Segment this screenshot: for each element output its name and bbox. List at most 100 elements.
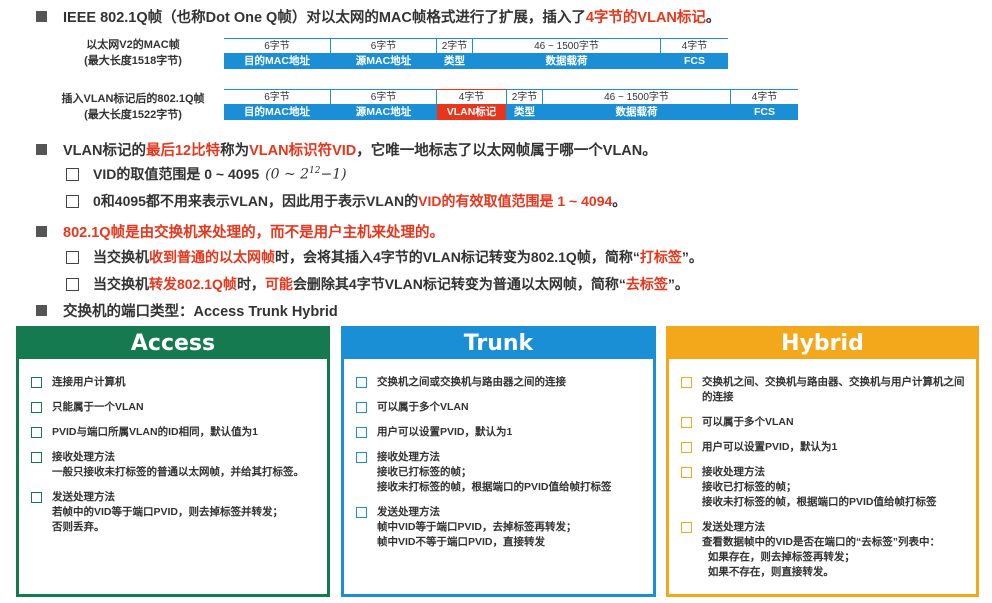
trunk-list-item: 可以属于多个VLAN	[356, 400, 643, 415]
trunk-item-label: 可以属于多个VLAN	[377, 401, 469, 413]
trunk-list: 交换机之间或交换机与路由器之间的连接 可以属于多个VLAN 用户可以设置PVID，默…	[344, 359, 653, 550]
access-list-item: 连接用户计算机	[31, 375, 317, 390]
frame2-cell-dst: 6字节 目的MAC地址	[224, 89, 330, 120]
checkbox-icon	[66, 250, 79, 264]
checkbox-icon	[681, 417, 692, 428]
trunk-panel: Trunk 交换机之间或交换机与路由器之间的连接 可以属于多个VLAN 用户可以设置…	[341, 326, 656, 597]
trunk-item-label: 接收处理方法	[377, 451, 440, 463]
trunk-title: Trunk	[344, 329, 653, 359]
checkbox-icon	[681, 522, 692, 533]
checkbox-icon	[681, 442, 692, 453]
checkbox-icon	[31, 377, 42, 388]
hybrid-title: Hybrid	[669, 329, 976, 359]
trunk-list-item: 交换机之间或交换机与路由器之间的连接	[356, 375, 643, 390]
hybrid-list-item: 发送处理方法查看数据帧中的VID是否在端口的“去标签”列表中： 如果存在，则去掉…	[681, 520, 966, 580]
vid-range-line: VID的取值范围是 0 ~ 4095 (0 ~ 212−1)	[66, 164, 347, 184]
frame2-cell-payload: 46 ~ 1500字节 数据载荷	[542, 89, 730, 120]
hybrid-list-item: 接收处理方法接收已打标签的帧； 接收未打标签的帧，根据端口的PVID值给帧打标签	[681, 465, 966, 510]
checkbox-icon	[31, 402, 42, 413]
hybrid-item-label: 接收处理方法	[702, 466, 765, 478]
frame2-cell-type: 2字节 类型	[506, 89, 542, 120]
trunk-item-desc: 帧中VID等于端口PVID，去掉标签再转发；	[377, 521, 577, 533]
checkbox-icon	[356, 377, 367, 388]
switch-handles-line: 802.1Q帧是由交换机来处理的，而不是用户主机来处理的。	[36, 221, 444, 242]
frame1-label: 以太网V2的MAC帧 (最大长度1518字节)	[84, 39, 182, 67]
access-item-label: PVID与端口所属VLAN的ID相同，默认值为1	[52, 426, 258, 438]
vid-range-text: VID的取值范围是 0 ~ 4095	[93, 166, 260, 182]
vid-range-formula: (0 ~ 212−1)	[265, 165, 347, 183]
hybrid-item-desc: 接收已打标签的帧；	[702, 481, 797, 493]
trunk-item-content: 可以属于多个VLAN	[377, 400, 469, 415]
access-list-item: 发送处理方法 若帧中的VID等于端口PVID，则去掉标签并转发； 否则丢弃。	[31, 490, 317, 535]
access-item-label: 连接用户计算机	[52, 376, 126, 388]
trunk-item-content: 交换机之间或交换机与路由器之间的连接	[377, 375, 566, 390]
port-types-line: 交换机的端口类型：Access Trunk Hybrid	[36, 300, 338, 321]
hybrid-list: 交换机之间、交换机与路由器、交换机与用户计算机之间的连接可以属于多个VLAN 用户…	[669, 359, 976, 580]
frame1-cell-dst: 6字节 目的MAC地址	[224, 38, 330, 69]
checkbox-icon	[681, 467, 692, 478]
checkbox-icon	[356, 507, 367, 518]
trunk-list-item: 接收处理方法接收已打标签的帧； 接收未打标签的帧，根据端口的PVID值给帧打标签	[356, 450, 643, 495]
switch-handles-text: 802.1Q帧是由交换机来处理的，而不是用户主机来处理的。	[63, 225, 445, 241]
access-item-label: 发送处理方法	[52, 491, 115, 503]
frame2-cell-fcs: 4字节 FCS	[730, 89, 798, 120]
tagging-line: 当交换机收到普通的以太网帧时，会将其插入4字节的VLAN标记转变为802.1Q帧…	[66, 247, 703, 267]
checkbox-icon	[356, 452, 367, 463]
checkbox-icon	[31, 427, 42, 438]
frame1-cell-src: 6字节 源MAC地址	[330, 38, 436, 69]
access-item-label: 只能属于一个VLAN	[52, 401, 144, 413]
hybrid-list-item: 可以属于多个VLAN	[681, 415, 966, 430]
access-item-content: 只能属于一个VLAN	[52, 400, 144, 415]
trunk-item-label: 用户可以设置PVID，默认为1	[377, 426, 513, 438]
access-list-item: 接收处理方法一般只接收未打标签的普通以太网帧，并给其打标签。	[31, 450, 317, 480]
bullet-square-icon	[36, 144, 47, 155]
trunk-list-item: 发送处理方法 帧中VID等于端口PVID，去掉标签再转发； 帧中VID不等于端口PV…	[356, 505, 643, 550]
vid-valid-line: 0和4095都不用来表示VLAN，因此用于表示VLAN的VID的有效取值范围是 …	[66, 191, 626, 211]
frame2-label: 插入VLAN标记后的802.1Q帧 (最大长度1522字节)	[61, 93, 205, 121]
untagging-text: 当交换机转发802.1Q帧时，可能会删除其4字节VLAN标记转变为普通以太网帧，…	[93, 276, 689, 292]
mac-frame-diagram: 6字节 目的MAC地址 6字节 源MAC地址 2字节 类型 46 ~ 1500字节 数据…	[224, 38, 728, 69]
access-list-item: PVID与端口所属VLAN的ID相同，默认值为1	[31, 425, 317, 440]
vid-text: VLAN标记的最后12比特称为VLAN标识符VID，它唯一地标志了以太网帧属于哪…	[63, 143, 657, 159]
hybrid-item-desc: 查看数据帧中的VID是否在端口的“去标签”列表中：	[702, 536, 941, 548]
frame2-cell-src: 6字节 源MAC地址	[330, 89, 436, 120]
access-item-content: 发送处理方法 若帧中的VID等于端口PVID，则去掉标签并转发； 否则丢弃。	[52, 490, 283, 535]
checkbox-icon	[681, 377, 692, 388]
trunk-item-content: 用户可以设置PVID，默认为1	[377, 425, 512, 440]
trunk-item-desc: 帧中VID不等于端口PVID，直接转发	[377, 536, 546, 548]
vid-line: VLAN标记的最后12比特称为VLAN标识符VID，它唯一地标志了以太网帧属于哪…	[36, 139, 657, 160]
trunk-item-desc: 接收未打标签的帧，根据端口的PVID值给帧打标签	[377, 481, 612, 493]
checkbox-icon	[31, 492, 42, 503]
access-item-content: PVID与端口所属VLAN的ID相同，默认值为1	[52, 425, 258, 440]
trunk-item-label: 交换机之间或交换机与路由器之间的连接	[377, 376, 566, 388]
hybrid-item-label: 发送处理方法	[702, 521, 765, 533]
intro-text: IEEE 802.1Q帧（也称Dot One Q帧）对以太网的MAC帧格式进行了…	[63, 10, 721, 26]
vid-valid-text: 0和4095都不用来表示VLAN，因此用于表示VLAN的VID的有效取值范围是 …	[93, 193, 627, 209]
checkbox-icon	[356, 402, 367, 413]
checkbox-icon	[356, 427, 367, 438]
bullet-square-icon	[36, 11, 47, 22]
hybrid-item-label: 可以属于多个VLAN	[702, 416, 794, 428]
hybrid-item-content: 接收处理方法接收已打标签的帧； 接收未打标签的帧，根据端口的PVID值给帧打标签	[702, 465, 937, 510]
tagging-text: 当交换机收到普通的以太网帧时，会将其插入4字节的VLAN标记转变为802.1Q帧…	[93, 249, 703, 265]
bullet-square-icon	[36, 305, 47, 316]
hybrid-list-item: 交换机之间、交换机与路由器、交换机与用户计算机之间的连接	[681, 375, 966, 405]
hybrid-item-content: 发送处理方法查看数据帧中的VID是否在端口的“去标签”列表中： 如果存在，则去掉…	[702, 520, 940, 580]
hybrid-item-label: 交换机之间、交换机与路由器、交换机与用户计算机之间的连接	[702, 376, 965, 403]
access-item-label: 接收处理方法	[52, 451, 115, 463]
untagging-line: 当交换机转发802.1Q帧时，可能会删除其4字节VLAN标记转变为普通以太网帧，…	[66, 274, 689, 294]
frame1-cell-type: 2字节 类型	[436, 38, 472, 69]
port-types-text: 交换机的端口类型：Access Trunk Hybrid	[63, 304, 338, 320]
hybrid-item-desc: 接收未打标签的帧，根据端口的PVID值给帧打标签	[702, 496, 937, 508]
access-list-item: 只能属于一个VLAN	[31, 400, 317, 415]
checkbox-icon	[31, 452, 42, 463]
trunk-item-desc: 接收已打标签的帧；	[377, 466, 472, 478]
trunk-list-item: 用户可以设置PVID，默认为1	[356, 425, 643, 440]
hybrid-list-item: 用户可以设置PVID，默认为1	[681, 440, 966, 455]
frame1-cell-payload: 46 ~ 1500字节 数据载荷	[472, 38, 660, 69]
checkbox-icon	[66, 194, 79, 208]
access-item-desc: 一般只接收未打标签的普通以太网帧，并给其打标签。	[52, 466, 304, 478]
intro-line: IEEE 802.1Q帧（也称Dot One Q帧）对以太网的MAC帧格式进行了…	[36, 6, 720, 27]
hybrid-item-desc: 如果不存在，则直接转发。	[702, 566, 834, 578]
hybrid-item-desc: 如果存在，则去掉标签再转发；	[702, 551, 855, 563]
